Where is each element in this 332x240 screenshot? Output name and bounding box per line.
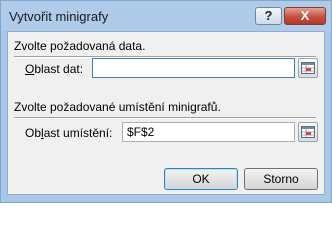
data-range-label-accelerator: O — [25, 62, 35, 76]
location-range-label-prefix: Ob — [25, 126, 42, 140]
sparklines-dialog: Vytvořit minigrafy ? X Zvolte požadovaná… — [0, 0, 332, 203]
data-range-label: Oblast dat: — [25, 62, 83, 76]
range-select-icon — [301, 62, 315, 74]
cancel-button[interactable]: Storno — [244, 168, 318, 190]
range-select-icon — [301, 126, 315, 138]
data-range-select-button[interactable] — [298, 58, 318, 78]
data-range-input[interactable] — [92, 58, 295, 78]
help-button[interactable]: ? — [255, 7, 282, 25]
location-range-label: Oblast umístění: — [25, 126, 112, 140]
dialog-title: Vytvořit minigrafy — [9, 9, 109, 24]
location-range-label-text: ast umístění: — [43, 126, 113, 140]
location-range-select-button[interactable] — [298, 122, 318, 142]
data-range-label-text: blast dat: — [34, 62, 84, 76]
ok-button[interactable]: OK — [164, 168, 238, 190]
data-section-heading: Zvolte požadovaná data. — [14, 39, 146, 53]
close-button[interactable]: X — [284, 7, 326, 25]
title-bar[interactable]: Vytvořit minigrafy ? X — [1, 1, 331, 31]
dialog-body: Zvolte požadovaná data. Oblast dat: Zvol… — [7, 31, 325, 195]
location-range-input[interactable] — [122, 122, 295, 142]
location-section-heading: Zvolte požadované umístění minigrafů. — [14, 100, 221, 114]
location-section-divider — [14, 117, 316, 119]
